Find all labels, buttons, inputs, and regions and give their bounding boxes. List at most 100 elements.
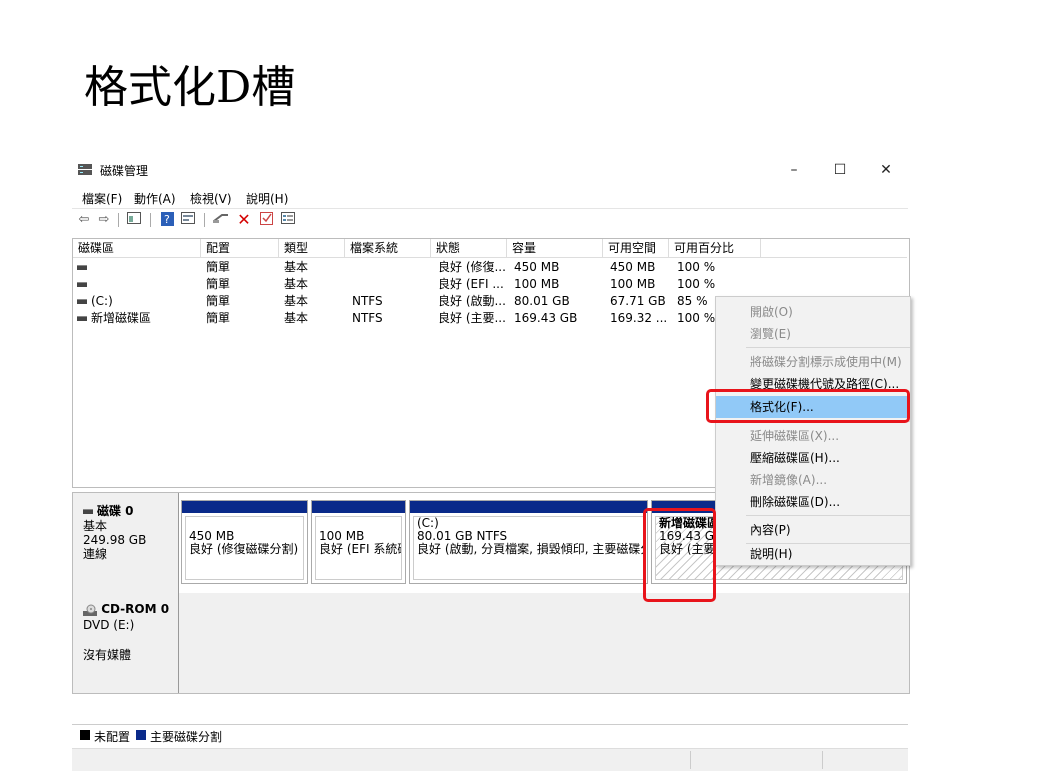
column-header-capacity[interactable]: 容量 xyxy=(507,239,603,257)
title-bar: 磁碟管理 – ☐ ✕ xyxy=(72,158,908,182)
svg-text:?: ? xyxy=(164,213,170,226)
menu-item-open[interactable]: 開啟(O) xyxy=(716,301,910,323)
column-header-filesystem[interactable]: 檔案系統 xyxy=(345,239,431,257)
disk0-name: 磁碟 0 xyxy=(97,504,134,518)
partition-efi[interactable]: 100 MB 良好 (EFI 系統磁碟分割) xyxy=(311,500,406,584)
menu-action[interactable]: 動作(A) xyxy=(134,190,176,207)
minimize-button[interactable]: – xyxy=(772,158,816,182)
table-cell: NTFS xyxy=(352,294,383,308)
table-cell: 450 MB xyxy=(610,260,656,274)
partition-c[interactable]: (C:) 80.01 GB NTFS 良好 (啟動, 分頁檔案, 損毀傾印, 主… xyxy=(409,500,648,584)
close-button[interactable]: ✕ xyxy=(864,158,908,182)
column-header-type[interactable]: 類型 xyxy=(279,239,345,257)
partition-info: 450 MB 良好 (修復磁碟分割) xyxy=(185,516,304,580)
back-icon[interactable]: ⇦ xyxy=(76,212,92,228)
table-cell: 良好 (修復... xyxy=(438,260,506,274)
partition-bar xyxy=(312,501,405,513)
toolbar-separator xyxy=(150,213,151,227)
table-row[interactable]: 簡單 基本 良好 (修復... 450 MB 450 MB 100 % xyxy=(73,259,907,276)
volume-icon xyxy=(77,299,87,304)
cdrom-drive: DVD (E:) xyxy=(83,618,135,632)
partition-recovery[interactable]: 450 MB 良好 (修復磁碟分割) xyxy=(181,500,308,584)
menu-file[interactable]: 檔案(F) xyxy=(82,190,122,207)
table-cell xyxy=(352,276,428,293)
table-cell: 100 MB xyxy=(610,277,656,291)
volume-name: 新增磁碟區 xyxy=(91,311,152,325)
partition-status: 良好 (修復磁碟分割) xyxy=(189,542,299,556)
column-header-free-percent[interactable]: 可用百分比 xyxy=(669,239,761,257)
menu-item-help[interactable]: 說明(H) xyxy=(716,543,910,565)
table-cell: 80.01 GB xyxy=(514,294,570,308)
cdrom-area xyxy=(179,593,909,693)
table-cell: 基本 xyxy=(284,277,309,291)
menu-item-delete-volume[interactable]: 刪除磁碟區(D)... xyxy=(716,491,910,513)
cdrom-icon xyxy=(83,604,97,616)
disk0-label[interactable]: 磁碟 0 基本 249.98 GB 連線 xyxy=(73,493,179,593)
table-cell xyxy=(352,259,428,276)
menu-item-properties[interactable]: 內容(P) xyxy=(716,519,910,541)
window-title: 磁碟管理 xyxy=(100,164,149,178)
cdrom-label[interactable]: CD-ROM 0 DVD (E:) 沒有媒體 xyxy=(73,593,179,693)
toolbar-separator xyxy=(204,213,205,227)
context-menu: 開啟(O) 瀏覽(E) 將磁碟分割標示成使用中(M) 變更磁碟機代號及路徑(C)… xyxy=(715,296,911,566)
menu-bar: 檔案(F) 動作(A) 檢視(V) 說明(H) xyxy=(72,186,908,206)
partition-status: 良好 (啟動, 分頁檔案, 損毀傾印, 主要磁碟分割) xyxy=(417,542,644,556)
cdrom-name: CD-ROM 0 xyxy=(101,602,170,616)
menu-help[interactable]: 說明(H) xyxy=(246,190,288,207)
primary-partition-swatch xyxy=(136,730,146,740)
menu-view[interactable]: 檢視(V) xyxy=(190,190,232,207)
column-header-free-space[interactable]: 可用空間 xyxy=(603,239,669,257)
column-header-layout[interactable]: 配置 xyxy=(201,239,279,257)
maximize-button[interactable]: ☐ xyxy=(818,158,862,182)
partition-info: (C:) 80.01 GB NTFS 良好 (啟動, 分頁檔案, 損毀傾印, 主… xyxy=(413,516,644,580)
volume-name: (C:) xyxy=(91,294,113,308)
toolbar-separator xyxy=(118,213,119,227)
disk0-type: 基本 xyxy=(83,519,108,533)
list-view-icon[interactable] xyxy=(280,212,296,228)
forward-icon[interactable]: ⇨ xyxy=(96,212,112,228)
unallocated-swatch xyxy=(80,730,90,740)
menu-item-add-mirror[interactable]: 新增鏡像(A)... xyxy=(716,469,910,491)
toolbar: ⇦ ⇨ ? ✕ xyxy=(72,208,908,231)
menu-separator xyxy=(746,515,910,516)
column-header-volume[interactable]: 磁碟區 xyxy=(73,239,201,257)
disk0-status: 連線 xyxy=(83,547,108,561)
menu-item-explore[interactable]: 瀏覽(E) xyxy=(716,323,910,345)
legend-unallocated: 未配置 xyxy=(94,730,131,744)
delete-icon[interactable]: ✕ xyxy=(236,212,252,228)
annotation-highlight-format xyxy=(706,389,910,423)
table-row[interactable]: 簡單 基本 良好 (EFI ... 100 MB 100 MB 100 % xyxy=(73,276,907,293)
partition-status: 良好 (EFI 系統磁碟分割) xyxy=(319,542,401,556)
properties-icon[interactable] xyxy=(180,212,196,228)
volume-icon xyxy=(77,265,87,270)
table-cell: 169.43 GB xyxy=(514,311,578,325)
legend-primary: 主要磁碟分割 xyxy=(150,730,223,744)
status-bar xyxy=(72,748,908,771)
slide-title: 格式化D槽 xyxy=(84,62,296,113)
volume-icon xyxy=(77,282,87,287)
partition-bar xyxy=(410,501,647,513)
volume-icon xyxy=(77,316,87,321)
connect-icon[interactable] xyxy=(212,212,230,228)
table-cell: 450 MB xyxy=(514,260,560,274)
disk-management-window: 磁碟管理 – ☐ ✕ 檔案(F) 動作(A) 檢視(V) 說明(H) ⇦ ⇨ ?… xyxy=(72,150,911,771)
table-cell: 良好 (主要... xyxy=(438,311,506,325)
menu-item-mark-active[interactable]: 將磁碟分割標示成使用中(M) xyxy=(716,351,910,373)
check-icon[interactable] xyxy=(258,212,274,228)
disk-icon xyxy=(83,509,93,514)
menu-item-shrink-volume[interactable]: 壓縮磁碟區(H)... xyxy=(716,447,910,469)
menu-separator xyxy=(746,347,910,348)
table-cell: NTFS xyxy=(352,311,383,325)
partition-bar xyxy=(182,501,307,513)
help-icon[interactable]: ? xyxy=(160,212,174,228)
cdrom-media: 沒有媒體 xyxy=(83,648,132,662)
table-cell: 100 % xyxy=(677,277,716,291)
menu-item-extend-volume[interactable]: 延伸磁碟區(X)... xyxy=(716,425,910,447)
table-cell: 基本 xyxy=(284,260,309,274)
table-cell: 基本 xyxy=(284,294,309,308)
table-cell: 良好 (啟動... xyxy=(438,294,506,308)
disk-management-icon xyxy=(78,164,92,175)
console-tree-icon[interactable] xyxy=(126,212,142,228)
column-header-status[interactable]: 狀態 xyxy=(431,239,507,257)
table-cell: 100 % xyxy=(677,260,716,274)
